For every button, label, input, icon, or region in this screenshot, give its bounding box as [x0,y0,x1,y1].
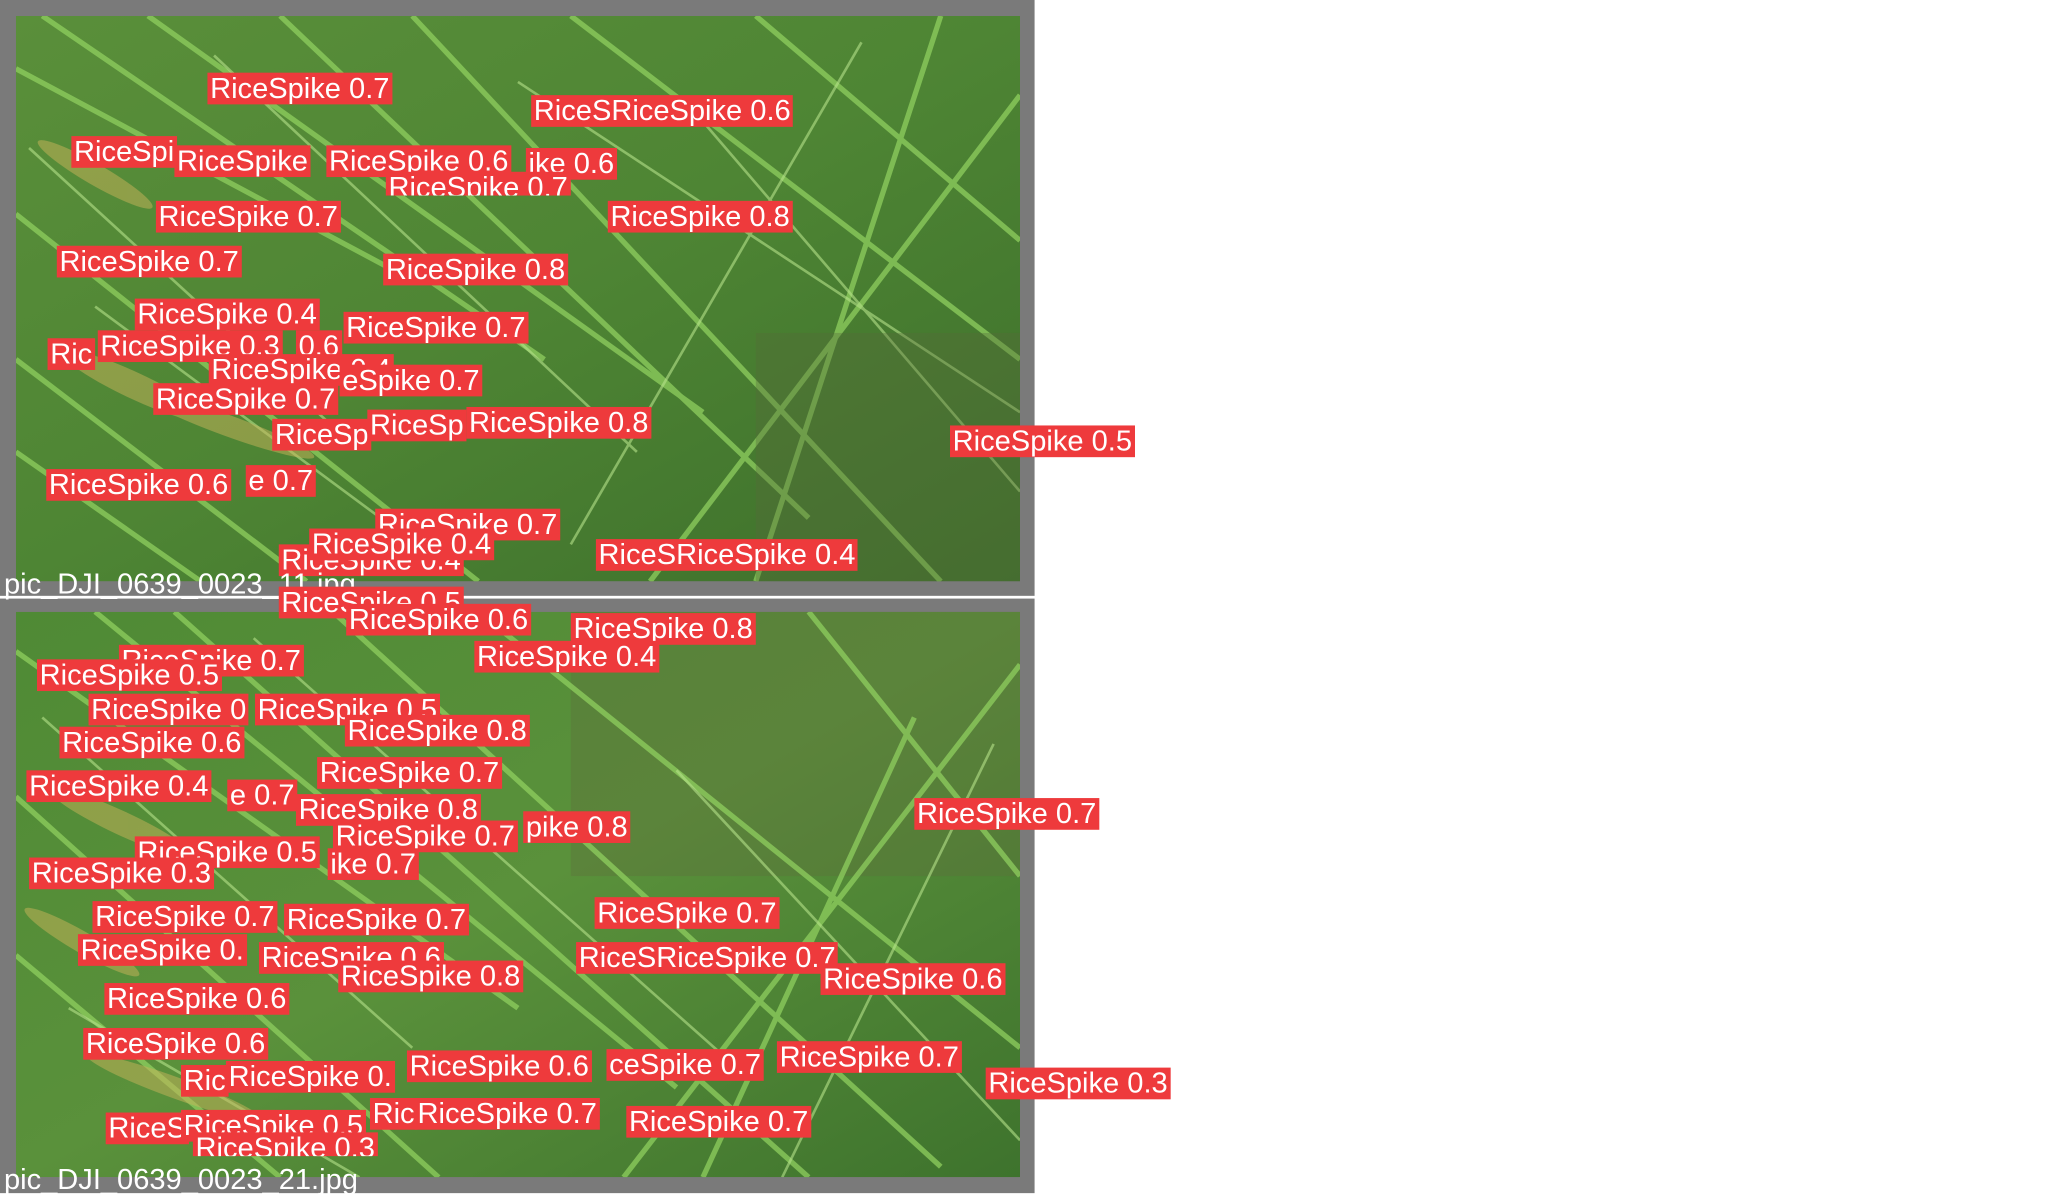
detection-label: RiceSpike 0.3 [192,1132,378,1157]
detection-label: RiceSpike 0.8 [344,714,530,747]
detection-label: RiceSpike 0. [225,1060,395,1093]
detection-label: RiceSpike 0.7 [155,200,341,233]
detection-label: RiceSpike 0.3 [29,857,214,890]
detection-label: RiceSpike 0.7 [594,897,780,929]
detection-label: RiceSpike 0.7 [776,1041,962,1073]
detection-label: RiceSRiceSpike 0.6 [531,94,794,127]
detection-label: RiceSpi [71,135,177,168]
detection-label: RiceSpike 0.7 [343,311,529,344]
detection-label: RiceSp [272,418,372,451]
detection-label: RiceSpike 0.6 [820,963,1006,995]
detection-label: RiceSpike 0.6 [346,603,531,636]
detection-results-figure: RiceSpike 0.7 RiceSRiceSpike 0.6 RiceSpi… [0,0,2048,1198]
detection-label: RiceSpike 0.4 [134,298,320,331]
detection-label: RiceSpike 0.7 [626,1105,811,1138]
detection-label: RiceSpike 0.7 [153,383,338,415]
detection-label: RiceSpike 0 [88,693,249,726]
detection-label: Ric [369,1097,418,1130]
detection-label: RiceSp [367,409,467,442]
detection-label: RiceSpike 0.7 [284,903,469,936]
detection-label: Ric [181,1064,229,1097]
detection-label: RiceSpike 0.7 [56,245,242,278]
detection-label: Ric [47,338,95,370]
detection-label: RiceSpike 0. [77,933,247,966]
detection-label: RiceSpike 0.7 [317,756,502,789]
detection-label: ceSpike 0.7 [606,1048,764,1081]
detection-label: RiceSpike 0.7 [914,797,1099,830]
detection-label: RiceSpike 0.7 [385,171,571,196]
detection-label: RiceSpike 0.8 [338,960,523,993]
detection-label: RiceSpike 0.6 [406,1050,592,1083]
detection-label: RiceSpike 0.8 [383,253,568,286]
detection-label: RiceS [105,1112,189,1145]
detection-label: RiceSpike 0.3 [985,1067,1171,1100]
detection-label: ike 0.7 [327,848,419,880]
detection-label: RiceSRiceSpike 0.7 [576,941,839,974]
detection-label: RiceSpike [174,145,311,178]
detection-label: e 0.7 [245,464,316,497]
detection-label: pike 0.8 [523,811,631,843]
detection-label: RiceSpike 0.4 [26,770,212,803]
detection-label: RiceSpike 0.6 [83,1027,268,1060]
detection-label: RiceSpike 0.7 [92,900,278,933]
detection-label: RiceSpike 0.4 [309,528,494,561]
detection-label: eSpike 0.7 [339,364,483,397]
detection-label: RiceSpike 0.5 [36,659,222,692]
detection-label: RiceSpike 0.6 [59,726,245,759]
detection-label: RiceSpike 0.8 [466,406,652,439]
detection-label: RiceSpike 0.5 [950,425,1135,458]
detection-label: RiceSpike 0.7 [414,1097,600,1130]
detection-label: RiceSpike 0.4 [474,640,659,673]
detection-label: RiceSpike 0.7 [207,72,393,105]
detection-label: RiceSpike 0.6 [104,982,290,1015]
detection-label: RiceSpike 0.6 [46,468,231,501]
detection-label: RiceSRiceSpike 0.4 [595,538,859,571]
detection-label: RiceSpike 0.8 [607,200,793,233]
detection-label: e 0.7 [227,779,298,812]
